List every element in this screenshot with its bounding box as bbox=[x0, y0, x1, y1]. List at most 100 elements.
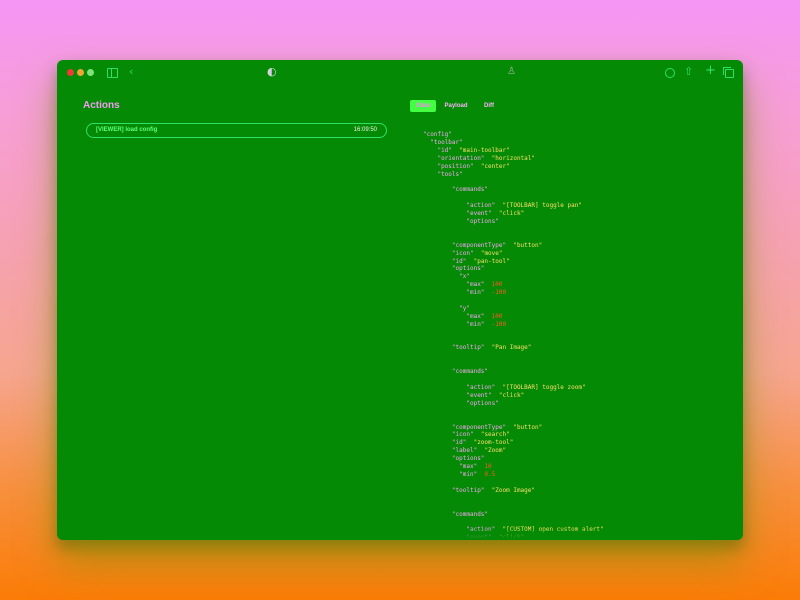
tree-blank-line bbox=[423, 495, 604, 503]
tab-state[interactable]: State bbox=[410, 100, 436, 112]
tree-line[interactable]: "tooltip" "Pan Image" bbox=[423, 344, 604, 352]
tree-line[interactable]: "options" bbox=[423, 400, 604, 408]
tree-key: "action" bbox=[466, 202, 496, 210]
tree-key: "x" bbox=[459, 273, 470, 281]
tree-blank-line bbox=[423, 297, 604, 305]
tree-line[interactable]: "id" "pan-tool" bbox=[423, 258, 604, 266]
tree-key: "commands" bbox=[451, 368, 489, 376]
shield-icon[interactable]: ◐ bbox=[267, 66, 277, 78]
tree-key: "min" bbox=[459, 470, 478, 478]
tree-line[interactable]: "icon" "search" bbox=[423, 431, 604, 439]
actions-heading: Actions bbox=[83, 100, 120, 111]
tree-line[interactable]: "tools" bbox=[423, 171, 604, 179]
tree-key: "min" bbox=[466, 320, 485, 328]
action-label: [VIEWER] load config bbox=[96, 127, 158, 133]
tree-blank-line bbox=[423, 408, 604, 416]
tree-line[interactable]: "config" bbox=[423, 131, 604, 139]
action-list-item[interactable]: [VIEWER] load config 16:09:50 bbox=[86, 123, 387, 138]
tree-blank-line bbox=[423, 178, 604, 186]
tree-key: "commands" bbox=[451, 186, 489, 194]
tree-key: "options" bbox=[466, 399, 499, 407]
tree-value: "button" bbox=[513, 241, 543, 249]
tree-blank-line bbox=[423, 479, 604, 487]
new-tab-icon[interactable]: + bbox=[705, 64, 716, 77]
tree-line[interactable]: "tooltip" "Zoom Image" bbox=[423, 487, 604, 495]
tree-key: "id" bbox=[451, 257, 467, 265]
tree-line[interactable]: "commands" bbox=[423, 368, 604, 376]
tree-blank-line bbox=[423, 416, 604, 424]
tree-line[interactable]: "event" "click" bbox=[423, 392, 604, 400]
minimize-window-button[interactable] bbox=[77, 69, 84, 76]
tree-value: "zoom-tool" bbox=[473, 439, 514, 447]
tree-key: "options" bbox=[451, 455, 485, 463]
tab-payload[interactable]: Payload bbox=[442, 100, 470, 112]
tree-blank-line bbox=[423, 376, 604, 384]
share-icon[interactable]: ⇧ bbox=[684, 66, 693, 78]
tree-value: "Zoom Image" bbox=[491, 486, 536, 494]
tree-line[interactable]: "max" 100 bbox=[423, 313, 604, 321]
tree-key: "commands" bbox=[451, 510, 489, 518]
tab-diff[interactable]: Diff bbox=[481, 100, 497, 112]
tree-blank-line bbox=[423, 234, 604, 242]
tree-line[interactable]: "toolbar" bbox=[423, 139, 604, 147]
zoom-window-button[interactable] bbox=[87, 69, 94, 76]
tree-line[interactable]: "id" "main-toolbar" bbox=[423, 147, 604, 155]
close-window-button[interactable] bbox=[67, 69, 74, 76]
tree-key: "max" bbox=[466, 312, 485, 320]
tree-line[interactable]: "options" bbox=[423, 455, 604, 463]
tree-key: "componentType" bbox=[451, 241, 507, 249]
tab-overview-icon[interactable] bbox=[723, 67, 734, 78]
tree-key: "event" bbox=[466, 210, 492, 218]
tree-line[interactable]: "orientation" "horizontal" bbox=[423, 155, 604, 163]
tree-line[interactable]: "componentType" "button" bbox=[423, 242, 604, 250]
tree-line[interactable]: "commands" bbox=[423, 511, 604, 519]
tree-value: -100 bbox=[491, 289, 507, 297]
tree-line[interactable]: "max" 100 bbox=[423, 281, 604, 289]
tree-line[interactable]: "componentType" "button" bbox=[423, 424, 604, 432]
extension-icon[interactable]: ♙ bbox=[507, 66, 516, 78]
tree-blank-line bbox=[423, 518, 604, 526]
tree-line[interactable]: "event" "click" bbox=[423, 210, 604, 218]
tree-line[interactable]: "options" bbox=[423, 265, 604, 273]
tree-value: "[TOOLBAR] toggle pan" bbox=[502, 202, 582, 210]
tree-value: 100 bbox=[491, 312, 503, 320]
tree-key: "config" bbox=[423, 131, 452, 138]
tree-value: -100 bbox=[491, 320, 507, 328]
tree-line[interactable]: "y" bbox=[423, 305, 604, 313]
tree-line[interactable]: "action" "[TOOLBAR] toggle zoom" bbox=[423, 384, 604, 392]
sidebar-icon[interactable] bbox=[107, 68, 118, 78]
tree-blank-line bbox=[423, 352, 604, 360]
tree-value: "click" bbox=[498, 391, 525, 399]
tree-line[interactable]: "commands" bbox=[423, 186, 604, 194]
action-timestamp: 16:09:50 bbox=[353, 127, 377, 133]
tree-line[interactable]: "min" -100 bbox=[423, 289, 604, 297]
tree-line[interactable]: "icon" "move" bbox=[423, 250, 604, 258]
tree-line[interactable]: "max" 10 bbox=[423, 463, 604, 471]
tree-line[interactable]: "id" "zoom-tool" bbox=[423, 439, 604, 447]
tree-value: "main-toolbar" bbox=[459, 146, 510, 154]
tree-value: "Pan Image" bbox=[491, 344, 532, 352]
tree-key: "icon" bbox=[451, 249, 474, 257]
tree-line[interactable]: "min" 0.5 bbox=[423, 471, 604, 479]
back-chevron-icon[interactable]: ‹ bbox=[129, 66, 133, 78]
tree-line[interactable]: "x" bbox=[423, 273, 604, 281]
tree-key: "tooltip" bbox=[451, 344, 485, 352]
tree-key: "position" bbox=[437, 162, 474, 170]
tree-value: "Zoom" bbox=[484, 447, 507, 455]
tree-line[interactable]: "min" -100 bbox=[423, 321, 604, 329]
tree-line[interactable]: "position" "center" bbox=[423, 163, 604, 171]
tree-key: "options" bbox=[466, 217, 499, 225]
tree-key: "options" bbox=[451, 265, 485, 273]
tree-line[interactable]: "label" "Zoom" bbox=[423, 447, 604, 455]
tree-blank-line bbox=[423, 503, 604, 511]
scroll-fade bbox=[427, 528, 743, 540]
tree-blank-line bbox=[423, 226, 604, 234]
title-bar: ‹ ◐ ♙ ⇧ + bbox=[57, 60, 743, 86]
tree-line[interactable]: "action" "[TOOLBAR] toggle pan" bbox=[423, 202, 604, 210]
tree-key: "tooltip" bbox=[451, 486, 485, 494]
tree-key: "action" bbox=[466, 384, 496, 391]
tree-key: "componentType" bbox=[451, 423, 507, 431]
tree-line[interactable]: "options" bbox=[423, 218, 604, 226]
tree-blank-line bbox=[423, 329, 604, 337]
download-icon[interactable] bbox=[665, 68, 675, 78]
